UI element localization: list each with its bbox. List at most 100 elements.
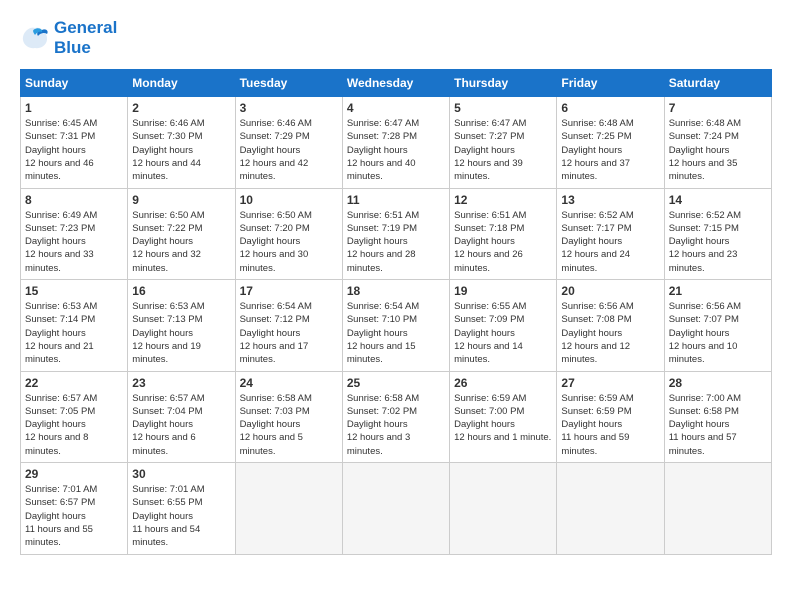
day-number: 16 (132, 284, 230, 298)
day-info: Sunrise: 7:00 AMSunset: 6:58 PMDaylight … (669, 392, 767, 458)
day-number: 26 (454, 376, 552, 390)
day-number: 21 (669, 284, 767, 298)
calendar-cell: 4 Sunrise: 6:47 AMSunset: 7:28 PMDaylight… (342, 97, 449, 188)
day-info: Sunrise: 6:48 AMSunset: 7:25 PMDaylight … (561, 117, 659, 183)
day-number: 15 (25, 284, 123, 298)
calendar-cell (235, 463, 342, 554)
page: General Blue SundayMondayTuesdayWednesda… (0, 0, 792, 565)
calendar-cell (450, 463, 557, 554)
day-number: 28 (669, 376, 767, 390)
day-number: 25 (347, 376, 445, 390)
calendar-row: 15 Sunrise: 6:53 AMSunset: 7:14 PMDayligh… (21, 280, 772, 371)
day-info: Sunrise: 6:59 AMSunset: 6:59 PMDaylight … (561, 392, 659, 458)
day-number: 22 (25, 376, 123, 390)
day-number: 24 (240, 376, 338, 390)
day-number: 27 (561, 376, 659, 390)
day-info: Sunrise: 6:46 AMSunset: 7:30 PMDaylight … (132, 117, 230, 183)
day-info: Sunrise: 6:45 AMSunset: 7:31 PMDaylight … (25, 117, 123, 183)
day-number: 13 (561, 193, 659, 207)
calendar-cell: 6 Sunrise: 6:48 AMSunset: 7:25 PMDaylight… (557, 97, 664, 188)
calendar-cell: 22 Sunrise: 6:57 AMSunset: 7:05 PMDayligh… (21, 371, 128, 462)
calendar-cell: 11 Sunrise: 6:51 AMSunset: 7:19 PMDayligh… (342, 188, 449, 279)
day-info: Sunrise: 6:50 AMSunset: 7:20 PMDaylight … (240, 209, 338, 275)
day-number: 20 (561, 284, 659, 298)
weekday-header: Tuesday (235, 70, 342, 97)
logo-text: General Blue (54, 18, 117, 57)
day-info: Sunrise: 6:57 AMSunset: 7:04 PMDaylight … (132, 392, 230, 458)
day-number: 11 (347, 193, 445, 207)
calendar-cell: 23 Sunrise: 6:57 AMSunset: 7:04 PMDayligh… (128, 371, 235, 462)
day-info: Sunrise: 6:58 AMSunset: 7:02 PMDaylight … (347, 392, 445, 458)
calendar-cell: 12Sunrise: 6:51 AMSunset: 7:18 PMDayligh… (450, 188, 557, 279)
day-number: 12 (454, 193, 552, 207)
day-info: Sunrise: 7:01 AMSunset: 6:57 PMDaylight … (25, 483, 123, 549)
day-info: Sunrise: 6:54 AMSunset: 7:10 PMDaylight … (347, 300, 445, 366)
calendar-cell: 16 Sunrise: 6:53 AMSunset: 7:13 PMDayligh… (128, 280, 235, 371)
day-info: Sunrise: 6:52 AMSunset: 7:15 PMDaylight … (669, 209, 767, 275)
calendar-cell (557, 463, 664, 554)
calendar-cell: 25 Sunrise: 6:58 AMSunset: 7:02 PMDayligh… (342, 371, 449, 462)
day-info: Sunrise: 6:55 AMSunset: 7:09 PMDaylight … (454, 300, 552, 366)
calendar-cell: 21 Sunrise: 6:56 AMSunset: 7:07 PMDayligh… (664, 280, 771, 371)
calendar-cell: 5 Sunrise: 6:47 AMSunset: 7:27 PMDaylight… (450, 97, 557, 188)
day-number: 17 (240, 284, 338, 298)
day-info: Sunrise: 6:50 AMSunset: 7:22 PMDaylight … (132, 209, 230, 275)
day-number: 14 (669, 193, 767, 207)
calendar-cell: 13 Sunrise: 6:52 AMSunset: 7:17 PMDayligh… (557, 188, 664, 279)
calendar-cell: 10 Sunrise: 6:50 AMSunset: 7:20 PMDayligh… (235, 188, 342, 279)
day-info: Sunrise: 6:57 AMSunset: 7:05 PMDaylight … (25, 392, 123, 458)
weekday-header: Sunday (21, 70, 128, 97)
calendar-cell: 19Sunrise: 6:55 AMSunset: 7:09 PMDayligh… (450, 280, 557, 371)
calendar-cell: 30Sunrise: 7:01 AMSunset: 6:55 PMDayligh… (128, 463, 235, 554)
weekday-header: Wednesday (342, 70, 449, 97)
calendar-row: 29 Sunrise: 7:01 AMSunset: 6:57 PMDayligh… (21, 463, 772, 554)
day-number: 6 (561, 101, 659, 115)
day-info: Sunrise: 6:56 AMSunset: 7:07 PMDaylight … (669, 300, 767, 366)
calendar-row: 22 Sunrise: 6:57 AMSunset: 7:05 PMDayligh… (21, 371, 772, 462)
calendar-cell: 8Sunrise: 6:49 AMSunset: 7:23 PMDaylight… (21, 188, 128, 279)
day-info: Sunrise: 6:53 AMSunset: 7:14 PMDaylight … (25, 300, 123, 366)
calendar-cell: 17Sunrise: 6:54 AMSunset: 7:12 PMDayligh… (235, 280, 342, 371)
calendar-cell: 18 Sunrise: 6:54 AMSunset: 7:10 PMDayligh… (342, 280, 449, 371)
calendar-table: SundayMondayTuesdayWednesdayThursdayFrid… (20, 69, 772, 554)
day-number: 9 (132, 193, 230, 207)
weekday-header: Friday (557, 70, 664, 97)
day-info: Sunrise: 6:47 AMSunset: 7:28 PMDaylight … (347, 117, 445, 183)
day-info: Sunrise: 6:53 AMSunset: 7:13 PMDaylight … (132, 300, 230, 366)
calendar-cell: 3Sunrise: 6:46 AMSunset: 7:29 PMDaylight… (235, 97, 342, 188)
day-info: Sunrise: 6:58 AMSunset: 7:03 PMDaylight … (240, 392, 338, 458)
calendar-cell: 26Sunrise: 6:59 AMSunset: 7:00 PMDayligh… (450, 371, 557, 462)
day-info: Sunrise: 6:47 AMSunset: 7:27 PMDaylight … (454, 117, 552, 183)
calendar-cell: 2 Sunrise: 6:46 AMSunset: 7:30 PMDaylight… (128, 97, 235, 188)
header-row: SundayMondayTuesdayWednesdayThursdayFrid… (21, 70, 772, 97)
calendar-cell: 14 Sunrise: 6:52 AMSunset: 7:15 PMDayligh… (664, 188, 771, 279)
day-info: Sunrise: 7:01 AMSunset: 6:55 PMDaylight … (132, 483, 230, 549)
day-number: 2 (132, 101, 230, 115)
day-number: 4 (347, 101, 445, 115)
day-info: Sunrise: 6:56 AMSunset: 7:08 PMDaylight … (561, 300, 659, 366)
logo: General Blue (20, 18, 117, 57)
day-number: 5 (454, 101, 552, 115)
calendar-cell (342, 463, 449, 554)
calendar-row: 1Sunrise: 6:45 AMSunset: 7:31 PMDaylight… (21, 97, 772, 188)
day-info: Sunrise: 6:52 AMSunset: 7:17 PMDaylight … (561, 209, 659, 275)
day-number: 8 (25, 193, 123, 207)
day-number: 23 (132, 376, 230, 390)
day-number: 29 (25, 467, 123, 481)
calendar-cell: 15 Sunrise: 6:53 AMSunset: 7:14 PMDayligh… (21, 280, 128, 371)
weekday-header: Thursday (450, 70, 557, 97)
calendar-cell (664, 463, 771, 554)
calendar-cell: 20 Sunrise: 6:56 AMSunset: 7:08 PMDayligh… (557, 280, 664, 371)
day-info: Sunrise: 6:48 AMSunset: 7:24 PMDaylight … (669, 117, 767, 183)
day-number: 7 (669, 101, 767, 115)
calendar-cell: 27 Sunrise: 6:59 AMSunset: 6:59 PMDayligh… (557, 371, 664, 462)
calendar-cell: 24 Sunrise: 6:58 AMSunset: 7:03 PMDayligh… (235, 371, 342, 462)
weekday-header: Saturday (664, 70, 771, 97)
day-number: 10 (240, 193, 338, 207)
calendar-cell: 28 Sunrise: 7:00 AMSunset: 6:58 PMDayligh… (664, 371, 771, 462)
calendar-cell: 1Sunrise: 6:45 AMSunset: 7:31 PMDaylight… (21, 97, 128, 188)
weekday-header: Monday (128, 70, 235, 97)
day-number: 18 (347, 284, 445, 298)
day-info: Sunrise: 6:51 AMSunset: 7:19 PMDaylight … (347, 209, 445, 275)
calendar-cell: 7 Sunrise: 6:48 AMSunset: 7:24 PMDaylight… (664, 97, 771, 188)
